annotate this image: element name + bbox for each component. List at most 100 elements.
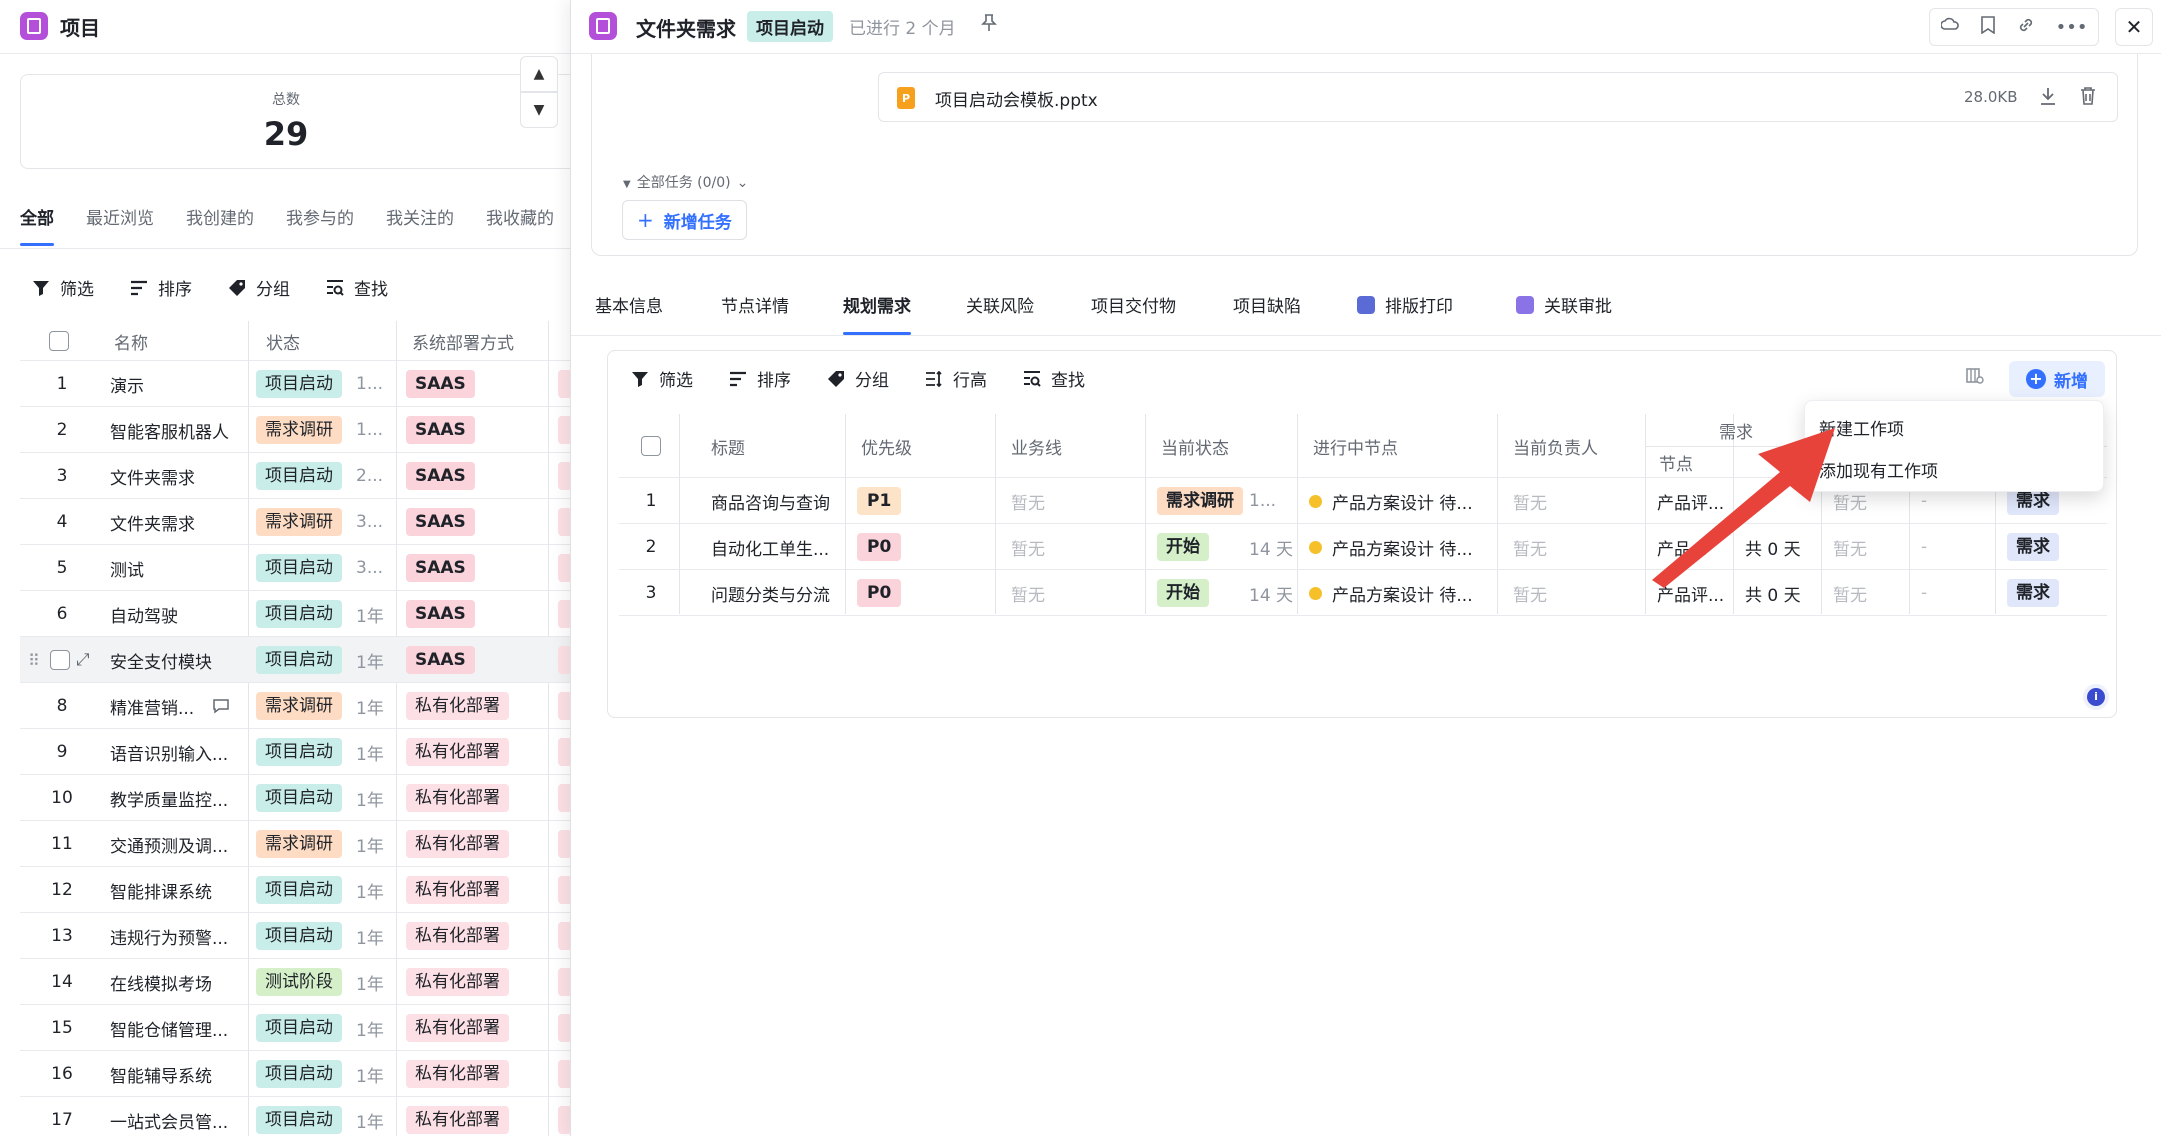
- col-active-node[interactable]: 进行中节点: [1313, 414, 1398, 478]
- deploy-tag[interactable]: SAAS: [406, 499, 475, 545]
- project-name[interactable]: 文件夹需求: [110, 499, 244, 545]
- filter-button[interactable]: 筛选: [30, 275, 94, 300]
- table-row[interactable]: 8 精准营销... 需求调研 1年 私有化部署: [20, 683, 570, 729]
- row-height-button[interactable]: 行高: [923, 366, 987, 391]
- pin-icon[interactable]: [981, 14, 997, 36]
- col-status[interactable]: 当前状态: [1161, 414, 1229, 478]
- table-row[interactable]: 4 文件夹需求 需求调研 3... SAAS: [20, 499, 570, 545]
- deploy-tag[interactable]: SAAS: [406, 591, 475, 637]
- table-row[interactable]: 17 一站式会员管... 项目启动 1年 私有化部署: [20, 1097, 570, 1136]
- req-filter-button[interactable]: 筛选: [629, 366, 693, 391]
- project-name[interactable]: 智能排课系统: [110, 867, 244, 913]
- row-checkbox[interactable]: [50, 637, 70, 683]
- status-tag[interactable]: 项目启动: [256, 591, 342, 637]
- table-row[interactable]: 2 智能客服机器人 需求调研 1... SAAS: [20, 407, 570, 453]
- deploy-tag[interactable]: SAAS: [406, 453, 475, 499]
- delete-icon[interactable]: [2079, 86, 2097, 110]
- deploy-tag[interactable]: SAAS: [406, 361, 475, 407]
- status-tag[interactable]: 需求调研: [1157, 478, 1243, 524]
- find-button[interactable]: 查找: [324, 275, 388, 300]
- table-row[interactable]: 12 智能排课系统 项目启动 1年 私有化部署: [20, 867, 570, 913]
- active-node[interactable]: 产品方案设计 待...: [1309, 570, 1493, 616]
- status-tag[interactable]: 需求调研: [256, 683, 342, 729]
- status-tag[interactable]: 测试阶段: [256, 959, 342, 1005]
- col-title[interactable]: 标题: [711, 414, 745, 478]
- deploy-tag[interactable]: SAAS: [406, 637, 475, 683]
- all-tasks-toggle[interactable]: ▼ 全部任务 (0/0) ⌄: [623, 172, 748, 192]
- status-tag[interactable]: 项目启动: [256, 775, 342, 821]
- scroll-down-button[interactable]: ▼: [520, 92, 558, 128]
- deploy-tag[interactable]: 私有化部署: [406, 1097, 509, 1136]
- project-name[interactable]: 一站式会员管...: [110, 1097, 244, 1136]
- project-name[interactable]: 交通预测及调...: [110, 821, 244, 867]
- deploy-tag[interactable]: 私有化部署: [406, 1005, 509, 1051]
- project-name[interactable]: 文件夹需求: [110, 453, 244, 499]
- status-tag[interactable]: 项目启动: [256, 1051, 342, 1097]
- tab-favorites[interactable]: 我收藏的: [486, 204, 554, 234]
- table-row[interactable]: 9 语音识别输入... 项目启动 1年 私有化部署: [20, 729, 570, 775]
- status-tag[interactable]: 项目启动: [256, 867, 342, 913]
- requirement-title[interactable]: 问题分类与分流: [711, 570, 843, 616]
- info-icon[interactable]: i: [2087, 688, 2105, 706]
- tab-deliverables[interactable]: 项目交付物: [1091, 292, 1176, 317]
- tab-print-layout[interactable]: 排版打印: [1357, 292, 1453, 317]
- tab-basic-info[interactable]: 基本信息: [595, 292, 663, 317]
- status-tag[interactable]: 项目启动: [256, 637, 342, 683]
- active-node[interactable]: 产品方案设计 待...: [1309, 478, 1493, 524]
- deploy-tag[interactable]: 私有化部署: [406, 821, 509, 867]
- column-header-deploy[interactable]: 系统部署方式: [412, 321, 514, 361]
- select-all-checkbox[interactable]: [49, 321, 69, 361]
- table-row[interactable]: 2 自动化工单生... P0 暂无 开始 14 天产品方案设计 待... 暂无 产品... 共 …: [619, 524, 2107, 570]
- status-tag[interactable]: 开始: [1157, 524, 1209, 570]
- group-button[interactable]: 分组: [226, 275, 290, 300]
- req-sort-button[interactable]: 排序: [727, 366, 791, 391]
- priority-tag[interactable]: P0: [857, 524, 902, 570]
- tab-node-details[interactable]: 节点详情: [721, 292, 789, 317]
- project-name[interactable]: 违规行为预警...: [110, 913, 244, 959]
- priority-tag[interactable]: P0: [857, 570, 902, 616]
- drag-handle-icon[interactable]: ⠿: [28, 637, 40, 683]
- deploy-tag[interactable]: SAAS: [406, 407, 475, 453]
- tab-related-approval[interactable]: 关联审批: [1516, 292, 1612, 317]
- status-tag[interactable]: 项目启动: [256, 545, 342, 591]
- col-owner[interactable]: 当前负责人: [1513, 414, 1598, 478]
- table-row[interactable]: 13 违规行为预警... 项目启动 1年 私有化部署: [20, 913, 570, 959]
- status-tag[interactable]: 开始: [1157, 570, 1209, 616]
- req-find-button[interactable]: 查找: [1021, 366, 1085, 391]
- project-name[interactable]: 智能辅导系统: [110, 1051, 244, 1097]
- requirement-title[interactable]: 商品咨询与查询: [711, 478, 843, 524]
- type-tag[interactable]: 需求: [2007, 570, 2059, 616]
- deploy-tag[interactable]: SAAS: [406, 545, 475, 591]
- req-group-button[interactable]: 分组: [825, 366, 889, 391]
- project-name[interactable]: 自动驾驶: [110, 591, 244, 637]
- status-tag[interactable]: 项目启动: [256, 729, 342, 775]
- col-priority[interactable]: 优先级: [861, 414, 912, 478]
- active-node[interactable]: 产品方案设计 待...: [1309, 524, 1493, 570]
- table-row[interactable]: 16 智能辅导系统 项目启动 1年 私有化部署: [20, 1051, 570, 1097]
- project-name[interactable]: 智能仓储管理...: [110, 1005, 244, 1051]
- table-row[interactable]: 10 教学质量监控... 项目启动 1年 私有化部署: [20, 775, 570, 821]
- status-tag[interactable]: 需求调研: [256, 499, 342, 545]
- tab-following[interactable]: 我关注的: [386, 204, 454, 234]
- more-icon[interactable]: •••: [2056, 17, 2088, 38]
- table-row[interactable]: 3 问题分类与分流 P0 暂无 开始 14 天产品方案设计 待... 暂无 产品评... 共 0…: [619, 570, 2107, 616]
- attachment-name[interactable]: 项目启动会模板.pptx: [935, 86, 1098, 111]
- tab-defects[interactable]: 项目缺陷: [1233, 292, 1301, 317]
- project-name[interactable]: 智能客服机器人: [110, 407, 244, 453]
- status-tag[interactable]: 项目启动: [256, 1005, 342, 1051]
- close-icon[interactable]: ✕: [2115, 8, 2153, 46]
- table-row[interactable]: ⠿ ⤢ 安全支付模块 项目启动 1年 SAAS: [20, 637, 570, 683]
- sort-button[interactable]: 排序: [128, 275, 192, 300]
- status-tag[interactable]: 项目启动: [256, 1097, 342, 1136]
- deploy-tag[interactable]: 私有化部署: [406, 775, 509, 821]
- project-name[interactable]: 在线模拟考场: [110, 959, 244, 1005]
- status-tag[interactable]: 需求调研: [256, 407, 342, 453]
- table-row[interactable]: 14 在线模拟考场 测试阶段 1年 私有化部署: [20, 959, 570, 1005]
- add-new-button[interactable]: + 新增: [2009, 361, 2105, 397]
- tab-all[interactable]: 全部: [20, 204, 54, 246]
- bookmark-icon[interactable]: [1980, 16, 1996, 38]
- tab-created-by-me[interactable]: 我创建的: [186, 204, 254, 234]
- deploy-tag[interactable]: 私有化部署: [406, 729, 509, 775]
- tab-participating[interactable]: 我参与的: [286, 204, 354, 234]
- column-settings-icon[interactable]: [1966, 367, 1984, 389]
